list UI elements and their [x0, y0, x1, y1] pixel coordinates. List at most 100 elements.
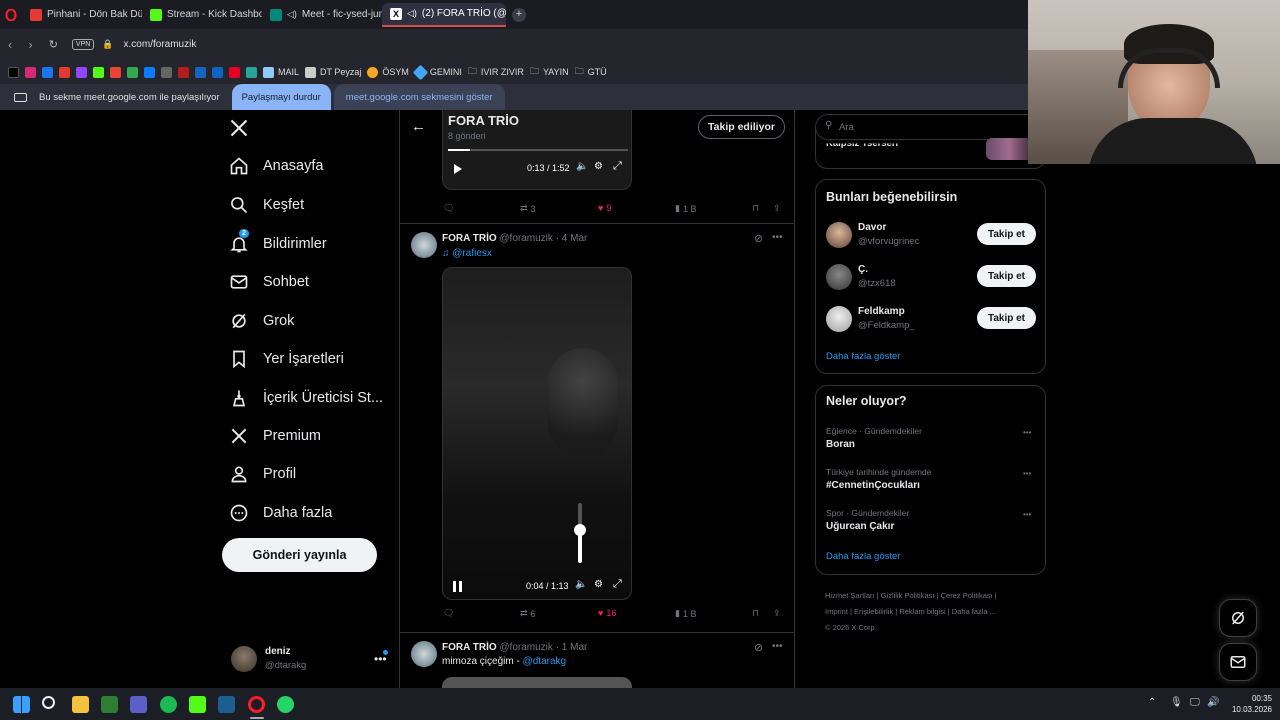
bookmark-mail[interactable]: MAIL — [263, 66, 299, 78]
trend-item[interactable]: Eğlence · Gündemdekiler Boran ••• — [816, 424, 1047, 460]
volume-icon[interactable]: 🔈 — [576, 161, 588, 172]
opera-icon[interactable] — [248, 696, 265, 713]
footer-link[interactable]: Gizlilik Politikası — [881, 591, 935, 600]
red-bookmark-icon[interactable] — [178, 66, 189, 78]
bookmark-gemini[interactable]: GEMINI — [412, 64, 462, 80]
opera-logo-icon[interactable] — [0, 4, 22, 26]
tab-pinhani[interactable]: Pinhani - Dön Bak Dünyaya — [22, 3, 142, 27]
nav-bookmarks[interactable]: Yer İşaretleri — [229, 349, 344, 369]
file-explorer-icon[interactable] — [72, 696, 89, 713]
reload-icon[interactable]: ↻ — [49, 38, 58, 51]
url-field[interactable]: x.com/foramuzik — [124, 39, 197, 50]
blue-bookmark-icon[interactable] — [195, 66, 206, 78]
bookmark-dt-peyzaj[interactable]: DT Peyzaj — [305, 66, 361, 78]
bookmark-button[interactable]: ⊓ — [752, 608, 759, 619]
nav-creator-studio[interactable]: İçerik Üreticisi St... — [229, 388, 383, 408]
steam-icon[interactable] — [218, 696, 235, 713]
media-preview[interactable] — [442, 677, 632, 688]
follow-button[interactable]: Takip et — [977, 307, 1036, 329]
footer-link[interactable]: Hizmet Şartları — [825, 591, 875, 600]
show-meet-tab-button[interactable]: meet.google.com sekmesini göster — [333, 84, 505, 110]
search-icon[interactable] — [42, 696, 55, 709]
settings-icon[interactable]: ⚙ — [594, 161, 603, 172]
tab-meet[interactable]: ◁) Meet - fic-ysed-jum — [262, 3, 382, 27]
volume-icon[interactable]: 🔈 — [575, 579, 587, 590]
suggestion-row[interactable]: Ç. @tzx618 Takip et — [816, 260, 1047, 296]
nav-chat[interactable]: Sohbet — [229, 272, 309, 292]
settings-icon[interactable]: ⚙ — [594, 579, 603, 590]
back-arrow-icon[interactable]: ← — [411, 118, 426, 135]
views-button[interactable]: ▮ 1 B — [675, 203, 696, 214]
forward-icon[interactable]: › — [28, 37, 32, 52]
fullscreen-icon[interactable]: ⤢ — [613, 160, 622, 173]
tweet-date[interactable]: · 4 Mar — [556, 233, 588, 244]
tab-fora-trio[interactable]: X ◁) (2) FORA TRİO (@foramuzik) — [382, 2, 506, 27]
footer-link[interactable]: Imprint — [825, 607, 848, 616]
play-icon[interactable] — [454, 164, 462, 174]
more-dots-icon[interactable]: ••• — [1023, 510, 1031, 519]
nav-premium[interactable]: Premium — [229, 426, 321, 446]
nav-home[interactable]: Anasayfa — [229, 156, 323, 176]
post-button[interactable]: Gönderi yayınla — [222, 538, 377, 572]
suggestion-row[interactable]: Feldkamp @Feldkamp_ Takip et — [816, 302, 1047, 338]
volume-slider[interactable] — [574, 503, 586, 563]
repost-button[interactable]: ⇄ 3 — [520, 203, 536, 214]
twitch-bookmark-icon[interactable] — [76, 66, 87, 78]
show-more-link[interactable]: Daha fazla göster — [826, 351, 900, 362]
trend-item[interactable]: Türkiye tarihinde gündemde #CennetinÇocu… — [816, 465, 1047, 501]
grok-icon[interactable]: ⊘ — [754, 641, 763, 654]
more-dots-icon[interactable]: ••• — [1023, 428, 1031, 437]
footer-link[interactable]: Çerez Politikası — [941, 591, 993, 600]
link-bookmark-icon[interactable] — [161, 66, 172, 78]
vpn-badge[interactable]: VPN — [71, 39, 95, 50]
volume-knob[interactable] — [574, 524, 586, 536]
suggestion-row[interactable]: Davor @vforvugrinec Takip et — [816, 218, 1047, 254]
phone-bookmark-icon[interactable] — [246, 66, 257, 78]
follow-button[interactable]: Takip et — [977, 265, 1036, 287]
repost-button[interactable]: ⇄ 6 — [520, 608, 536, 619]
facebook-bookmark-icon[interactable] — [42, 66, 53, 78]
x-logo-icon[interactable] — [229, 118, 251, 140]
grok-floating-button[interactable] — [1219, 599, 1257, 637]
nav-more[interactable]: Daha fazla — [229, 503, 332, 523]
gmail-bookmark-icon[interactable] — [110, 66, 121, 78]
tab-kick[interactable]: Stream - Kick Dashboard — [142, 3, 262, 27]
account-switcher[interactable]: deniz @dtarakg ••• — [229, 642, 389, 676]
views-button[interactable]: ▮ 1 B — [675, 608, 696, 619]
app-icon[interactable] — [101, 696, 118, 713]
x-bookmark-icon[interactable] — [8, 66, 19, 78]
instagram-bookmark-icon[interactable] — [25, 66, 36, 78]
trends-show-more-link[interactable]: Daha fazla göster — [826, 551, 900, 562]
following-button[interactable]: Takip ediliyor — [698, 115, 785, 139]
clock[interactable]: 00:35 10.03.2026 — [1224, 693, 1272, 715]
pinterest-bookmark-icon[interactable] — [229, 66, 240, 78]
messages-floating-button[interactable] — [1219, 643, 1257, 681]
tray-chevron-icon[interactable]: ⌃ — [1148, 697, 1156, 708]
speaker-icon[interactable]: 🔊 — [1207, 697, 1219, 708]
microphone-icon[interactable]: 🎙 — [1170, 697, 1183, 708]
bookmark-osym[interactable]: ÖSYM — [367, 66, 409, 78]
teams-icon[interactable] — [130, 696, 147, 713]
back-icon[interactable]: ‹ — [8, 37, 12, 52]
reply-button[interactable]: 🗨 — [443, 608, 454, 619]
more-dots-icon[interactable]: ••• — [772, 641, 783, 652]
mention-link[interactable]: @dtarakg — [523, 656, 567, 667]
maps-bookmark-icon[interactable] — [127, 66, 138, 78]
nav-profile[interactable]: Profil — [229, 464, 296, 484]
more-dots-icon[interactable]: ••• — [1023, 469, 1031, 478]
bookmark-folder-gtu[interactable]: 🗀 GTÜ — [575, 64, 607, 80]
kick-bookmark-icon[interactable] — [93, 66, 104, 78]
author-name[interactable]: FORA TRİO — [442, 642, 497, 653]
tweet[interactable]: FORA TRİO @foramuzik · 1 Mar ⊘ ••• mimoz… — [400, 633, 794, 688]
footer-link[interactable]: Reklam bilgisi — [899, 607, 945, 616]
bookmark-folder-yayin[interactable]: 🗀 YAYIN — [530, 64, 569, 80]
grok-icon[interactable]: ⊘ — [754, 232, 763, 245]
kick-icon[interactable] — [189, 696, 206, 713]
follow-button[interactable]: Takip et — [977, 223, 1036, 245]
like-button[interactable]: ♥ 16 — [598, 608, 616, 618]
tweet[interactable]: FORA TRİO @foramuzik · 4 Mar ⊘ ••• ♫ @ra… — [400, 224, 794, 632]
whatsapp-icon[interactable] — [277, 696, 294, 713]
partial-trend[interactable]: Kalpsiz Tserseri — [826, 144, 898, 150]
tweet-date[interactable]: · 1 Mar — [556, 642, 588, 653]
nav-grok[interactable]: Grok — [229, 311, 294, 331]
